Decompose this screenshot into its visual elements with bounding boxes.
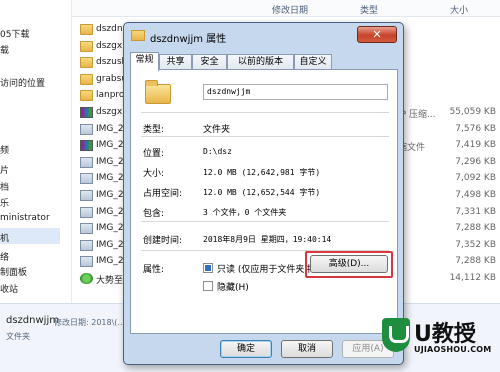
location-value: D:\dsz <box>203 147 232 156</box>
image-icon <box>80 123 93 135</box>
file-size: 7,352 KB <box>455 239 496 250</box>
folder-name-field[interactable]: dszdnwjjm <box>203 84 388 100</box>
nav-item[interactable]: 机 <box>0 231 9 244</box>
nav-item[interactable]: 络 <box>0 250 9 263</box>
watermark-brand: U教授 <box>414 322 476 347</box>
divider <box>141 136 389 137</box>
nav-item[interactable]: 乐 <box>0 196 9 209</box>
close-button[interactable]: ✕ <box>357 26 397 43</box>
image-icon <box>80 256 93 268</box>
nav-item[interactable]: 片 <box>0 163 9 176</box>
divider <box>141 221 389 222</box>
details-meta: 修改日期: 2018\(...) <box>54 318 129 327</box>
hidden-checkbox[interactable] <box>203 281 213 291</box>
rar-icon <box>80 107 93 118</box>
nav-item[interactable]: 访问的位置 <box>0 76 45 89</box>
general-panel: dszdnwjjm 类型: 文件夹 位置: D:\dsz 大小: 12.0 MB… <box>130 69 398 334</box>
image-icon <box>80 206 93 218</box>
properties-dialog: dszdnwjjm 属性 ✕ 常规 共享 安全 以前的版本 自定义 dszdnw… <box>123 22 404 365</box>
attributes-label: 属性: <box>143 265 165 275</box>
created-label: 创建时间: <box>143 236 183 246</box>
folder-icon <box>80 40 93 52</box>
tab-previous-versions[interactable]: 以前的版本 <box>227 54 294 70</box>
watermark-url: UJIAOSHOU.COM <box>414 345 492 354</box>
image-icon <box>80 173 93 185</box>
ok-button[interactable]: 确定 <box>220 340 272 358</box>
file-size: 7,288 KB <box>455 256 496 267</box>
image-icon <box>80 223 93 235</box>
image-icon <box>80 239 93 251</box>
cancel-button[interactable]: 取消 <box>281 340 333 358</box>
file-size: 7,576 KB <box>455 123 496 134</box>
column-size[interactable]: 大小 <box>450 3 468 16</box>
advanced-button[interactable]: 高级(D)... <box>310 255 388 273</box>
tab-customize[interactable]: 自定义 <box>294 54 332 70</box>
watermark: U教授 UJIAOSHOU.COM <box>378 314 500 372</box>
folder-icon <box>80 24 93 35</box>
folder-icon <box>80 57 93 69</box>
nav-item[interactable]: ministrator <box>0 213 50 223</box>
navigation-pane: 05下载 载 访问的位置 频 片 档 乐 ministrator 机 络 制面板… <box>0 0 72 303</box>
size-label: 大小: <box>143 169 165 179</box>
details-name: dszdnwjjm <box>6 315 59 326</box>
file-size: 7,092 KB <box>455 173 496 184</box>
disk-size-value: 12.0 MB (12,652,544 字节) <box>203 188 321 197</box>
dialog-titlebar[interactable]: dszdnwjjm 属性 ✕ <box>124 23 403 49</box>
column-header: 修改日期 类型 大小 <box>72 0 500 17</box>
tab-general[interactable]: 常规 <box>130 52 159 71</box>
file-size: 7,419 KB <box>455 140 496 151</box>
contains-label: 包含: <box>143 209 165 219</box>
nav-item[interactable]: 05下载 <box>0 27 29 40</box>
file-size: 55,059 KB <box>449 107 496 117</box>
column-modified[interactable]: 修改日期 <box>272 3 308 16</box>
nav-item[interactable]: 频 <box>0 143 9 156</box>
details-type: 文件夹 <box>6 332 30 341</box>
nav-item[interactable]: 制面板 <box>0 265 27 278</box>
image-icon <box>80 190 93 201</box>
file-name: dszgx <box>96 107 123 117</box>
image-icon <box>80 156 93 168</box>
nav-item[interactable]: 档 <box>0 180 9 193</box>
readonly-checkbox[interactable] <box>203 263 213 273</box>
shield-logo-icon <box>382 318 410 352</box>
nav-item[interactable]: 收站 <box>0 282 18 295</box>
divider <box>141 112 389 113</box>
type-label: 类型: <box>143 125 165 135</box>
contains-value: 3 个文件，0 个文件夹 <box>203 208 287 217</box>
folder-icon <box>145 80 171 104</box>
disk-size-label: 占用空间: <box>143 189 183 199</box>
file-size: 7,498 KB <box>455 190 496 200</box>
size-value: 12.0 MB (12,642,981 字节) <box>203 168 321 177</box>
location-label: 位置: <box>143 149 165 159</box>
created-value: 2018年8月9日 星期四，19:40:14 <box>203 235 332 244</box>
dialog-title: dszdnwjjm 属性 <box>150 34 227 45</box>
hidden-label[interactable]: 隐藏(H) <box>217 280 249 293</box>
rar-icon <box>80 140 93 152</box>
tab-sharing[interactable]: 共享 <box>159 54 192 70</box>
app-icon <box>80 273 93 284</box>
column-type[interactable]: 类型 <box>360 3 378 16</box>
file-size: 7,288 KB <box>455 223 496 234</box>
file-name: dszgx <box>96 40 123 51</box>
file-size: 14,112 KB <box>449 273 496 283</box>
folder-icon <box>80 73 93 85</box>
tab-security[interactable]: 安全 <box>192 54 227 70</box>
nav-item[interactable]: 载 <box>0 43 9 56</box>
file-size: 7,296 KB <box>455 156 496 167</box>
type-value: 文件夹 <box>203 125 231 135</box>
file-size: 7,331 KB <box>455 206 496 217</box>
folder-icon <box>80 90 93 102</box>
folder-icon <box>131 30 145 41</box>
